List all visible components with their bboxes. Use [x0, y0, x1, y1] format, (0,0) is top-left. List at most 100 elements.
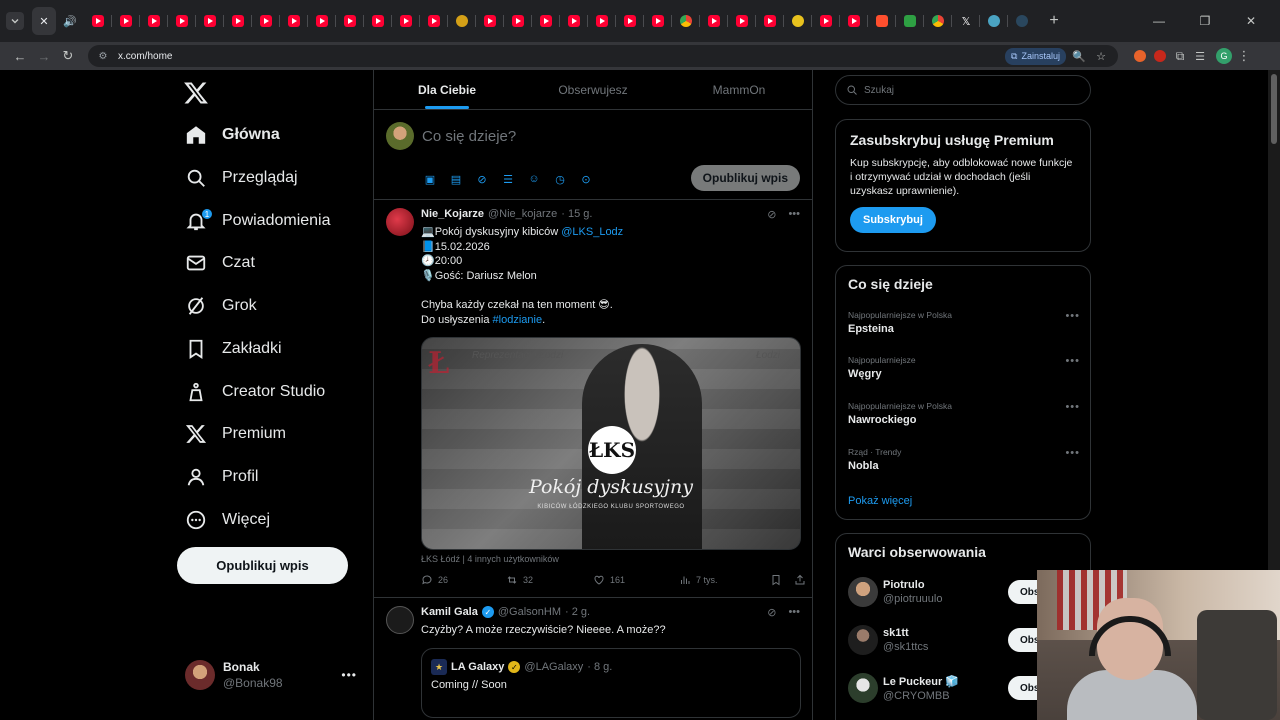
avatar[interactable]	[386, 606, 414, 634]
extension-button[interactable]	[1150, 46, 1170, 66]
account-switcher[interactable]: Bonak @Bonak98 •••	[185, 656, 365, 694]
profile-avatar[interactable]: G	[1216, 48, 1232, 64]
browser-tab[interactable]	[784, 7, 812, 35]
nav-item-bookmarks[interactable]: Zakładki	[185, 331, 282, 367]
nav-item-premium[interactable]: Premium	[185, 416, 286, 452]
media-controls-button[interactable]: ☰	[1190, 46, 1210, 66]
more-horizontal-icon[interactable]: •••	[1065, 355, 1080, 367]
browser-tab[interactable]	[728, 7, 756, 35]
browser-tab[interactable]	[308, 7, 336, 35]
repost-button[interactable]: 32	[506, 574, 593, 586]
more-horizontal-icon[interactable]: •••	[1065, 401, 1080, 413]
extensions-menu-button[interactable]: ⧉	[1170, 46, 1190, 66]
browser-tab[interactable]	[84, 7, 112, 35]
tweet[interactable]: Nie_Kojarze @Nie_kojarze · 15 g. ⊘ ••• 💻…	[374, 200, 812, 598]
browser-tab[interactable]	[644, 7, 672, 35]
post-button[interactable]: Opublikuj wpis	[177, 547, 348, 584]
nav-item-notifications[interactable]: 1 Powiadomienia	[185, 203, 331, 239]
nav-item-home[interactable]: Główna	[185, 117, 280, 153]
browser-tab[interactable]	[616, 7, 644, 35]
minimize-icon[interactable]: —	[1136, 14, 1182, 28]
tweet-media-image[interactable]: Ł Reprezentacja Łodzi Łodzi ŁKS Pokój dy…	[421, 337, 801, 550]
nav-item-profile[interactable]: Profil	[185, 459, 258, 495]
grok-icon[interactable]: ⊘	[767, 606, 776, 619]
scrollbar-thumb[interactable]	[1271, 74, 1277, 144]
poll-icon[interactable]: ☰	[500, 171, 516, 187]
nav-item-grok[interactable]: Grok	[185, 288, 257, 324]
extension-button[interactable]	[1130, 46, 1150, 66]
browser-tab[interactable]	[868, 7, 896, 35]
browser-tab[interactable]	[756, 7, 784, 35]
browser-tab[interactable]	[336, 7, 364, 35]
mention-link[interactable]: @LKS_Lodz	[561, 226, 623, 238]
browser-tab[interactable]	[392, 7, 420, 35]
trend-item[interactable]: Najpopularniejsze Węgry •••	[848, 355, 1080, 380]
browser-tab[interactable]	[532, 7, 560, 35]
tab-search-button[interactable]	[6, 12, 24, 30]
grok-icon[interactable]: ⊘	[767, 208, 776, 221]
trend-item[interactable]: Najpopularniejsze w Polska Nawrockiego •…	[848, 401, 1080, 426]
browser-tab[interactable]	[924, 7, 952, 35]
browser-tab[interactable]	[1008, 7, 1036, 35]
nav-item-creator-studio[interactable]: Creator Studio	[185, 374, 325, 410]
browser-tab[interactable]	[700, 7, 728, 35]
forward-button[interactable]: →	[32, 44, 56, 68]
trend-item[interactable]: Najpopularniejsze w Polska Epsteina •••	[848, 310, 1080, 335]
gif-icon[interactable]: ▤	[448, 171, 464, 187]
views-button[interactable]: 7 tys.	[679, 574, 764, 586]
bookmark-icon[interactable]	[770, 574, 782, 586]
avatar[interactable]	[386, 208, 414, 236]
browser-tab[interactable]	[896, 7, 924, 35]
tagged-users[interactable]: ŁKS Łódź | 4 innych użytkowników	[421, 554, 559, 564]
composer-post-button[interactable]: Opublikuj wpis	[690, 165, 800, 191]
browser-tab[interactable]	[224, 7, 252, 35]
reload-button[interactable]: ↻	[56, 44, 80, 68]
hashtag-link[interactable]: #lodzianie	[493, 314, 543, 326]
show-more-link[interactable]: Pokaż więcej	[848, 495, 912, 507]
browser-tab[interactable]	[476, 7, 504, 35]
more-horizontal-icon[interactable]: •••	[788, 208, 800, 221]
browser-tab[interactable]	[168, 7, 196, 35]
browser-tab[interactable]	[112, 7, 140, 35]
image-icon[interactable]: ▣	[422, 171, 438, 187]
new-tab-button[interactable]: +	[1040, 7, 1068, 35]
back-button[interactable]: ←	[8, 44, 32, 68]
browser-tab[interactable]	[252, 7, 280, 35]
bookmark-star-icon[interactable]: ☆	[1092, 50, 1110, 63]
tweet-author-name[interactable]: Kamil Gala	[421, 606, 478, 618]
browser-tab-active[interactable]: ✕	[32, 7, 56, 35]
browser-menu-button[interactable]: ⋮	[1232, 44, 1256, 68]
browser-tab[interactable]	[364, 7, 392, 35]
site-info-icon[interactable]: ⚙	[96, 49, 110, 63]
browser-tab[interactable]	[420, 7, 448, 35]
nav-item-chat[interactable]: Czat	[185, 245, 255, 281]
tweet-author-name[interactable]: Nie_Kojarze	[421, 208, 484, 220]
like-button[interactable]: 161	[593, 574, 679, 586]
browser-tab[interactable]	[840, 7, 868, 35]
tab-list-mammon[interactable]: MammOn	[666, 70, 812, 109]
browser-tab[interactable]	[980, 7, 1008, 35]
more-horizontal-icon[interactable]: •••	[1065, 447, 1080, 459]
trend-item[interactable]: Rząd · Trendy Nobla •••	[848, 447, 1080, 472]
browser-tab[interactable]	[504, 7, 532, 35]
schedule-icon[interactable]: ◷	[552, 171, 568, 187]
tweet-author-handle[interactable]: @GalsonHM	[498, 606, 561, 618]
browser-tab[interactable]	[196, 7, 224, 35]
browser-tab[interactable]	[812, 7, 840, 35]
browser-tab[interactable]	[280, 7, 308, 35]
tweet-time[interactable]: · 15 g.	[561, 208, 592, 220]
browser-tab[interactable]	[448, 7, 476, 35]
search-input[interactable]: Szukaj	[835, 75, 1091, 105]
x-logo-icon[interactable]	[183, 80, 209, 106]
zoom-icon[interactable]: 🔍	[1070, 50, 1088, 63]
browser-tab[interactable]: 𝕏	[952, 7, 980, 35]
tweet-time[interactable]: · 2 g.	[565, 606, 590, 618]
more-horizontal-icon[interactable]: •••	[788, 606, 800, 619]
share-icon[interactable]	[794, 574, 806, 586]
install-app-button[interactable]: ⧉ Zainstaluj	[1005, 47, 1066, 65]
close-window-icon[interactable]: ✕	[1228, 14, 1274, 28]
tweet[interactable]: Kamil Gala ✓ @GalsonHM · 2 g. ⊘ ••• Czyż…	[374, 598, 812, 720]
location-icon[interactable]: ⊙	[578, 171, 594, 187]
grok-icon[interactable]: ⊘	[474, 171, 490, 187]
more-horizontal-icon[interactable]: •••	[1065, 310, 1080, 322]
